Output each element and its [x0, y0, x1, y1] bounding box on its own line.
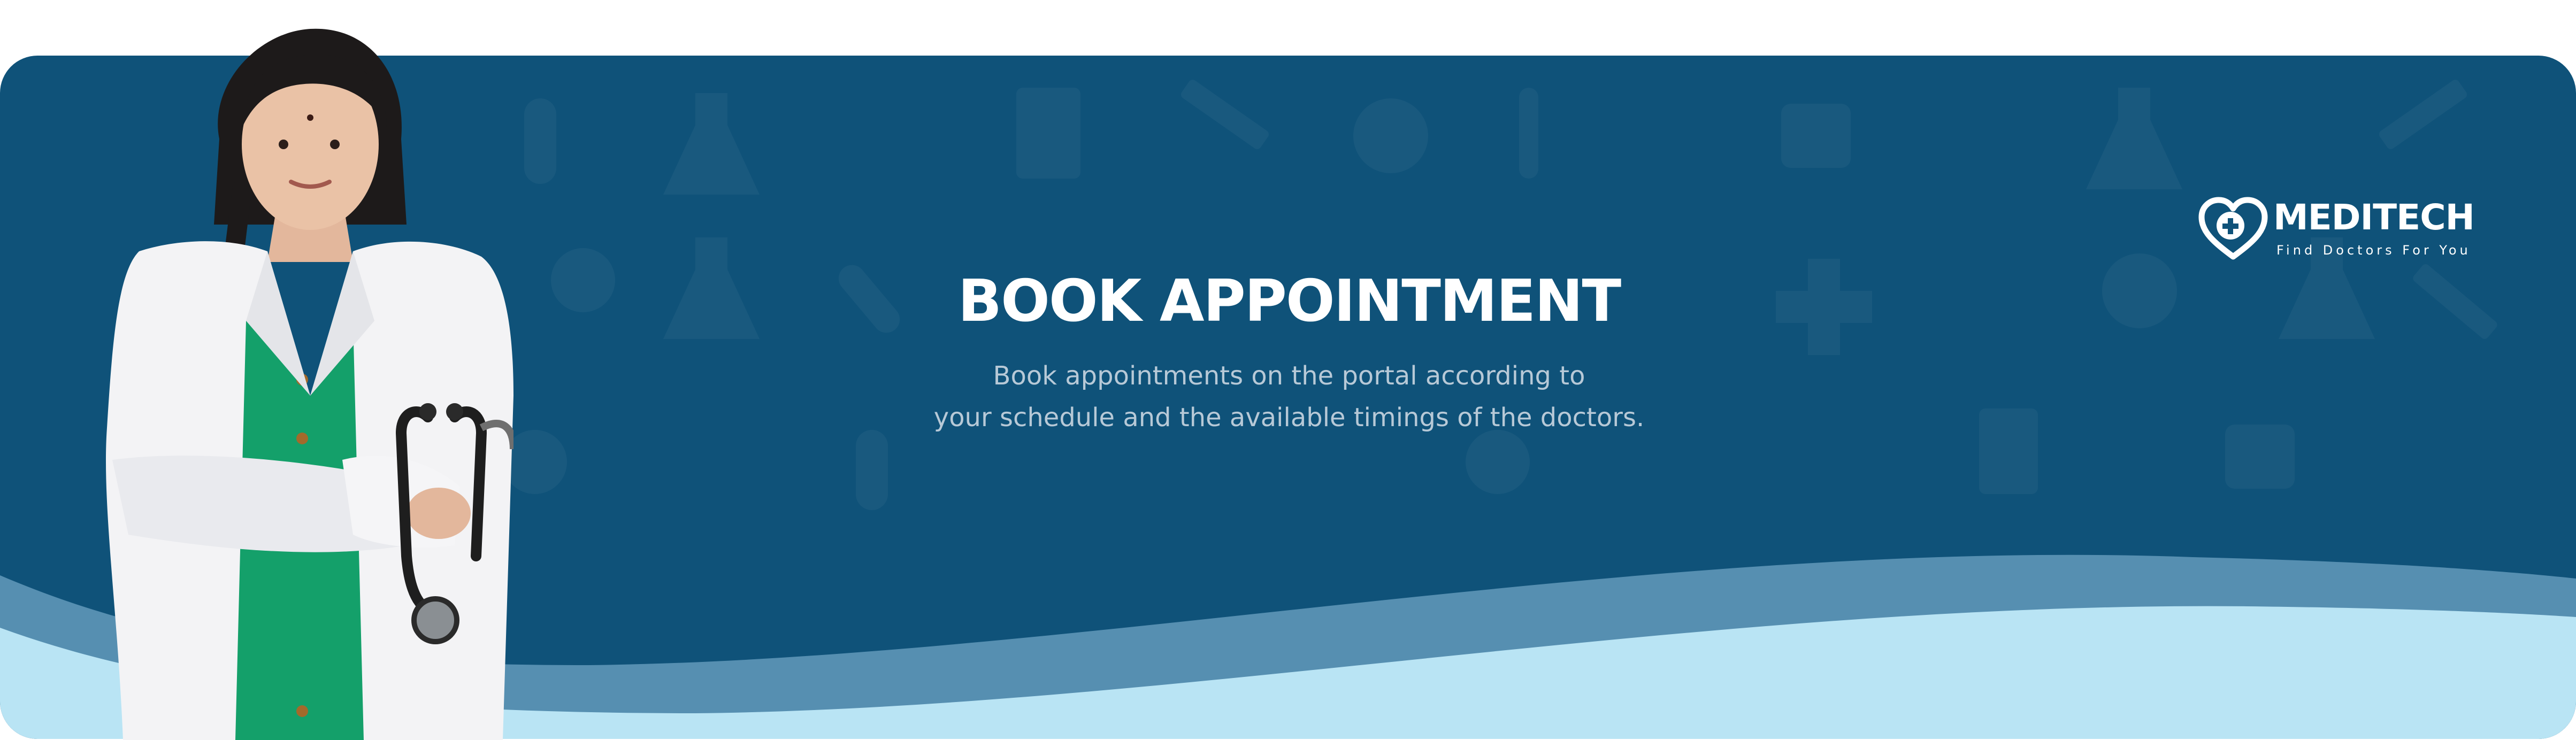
doctor-photo — [105, 28, 513, 740]
page-subtitle: Book appointments on the portal accordin… — [754, 355, 1824, 438]
subtitle-line-1: Book appointments on the portal accordin… — [993, 361, 1585, 391]
brand-name: MEDITECH — [2273, 197, 2475, 238]
heart-plus-icon — [2198, 197, 2268, 260]
subtitle-line-2: your schedule and the available timings … — [933, 403, 1645, 433]
page: MEDITECH Find Doctors For You BOOK APPOI… — [0, 0, 2576, 740]
brand[interactable]: MEDITECH Find Doctors For You — [2198, 145, 2477, 268]
page-title: BOOK APPOINTMENT — [957, 268, 1621, 335]
brand-tagline: Find Doctors For You — [2276, 243, 2471, 258]
